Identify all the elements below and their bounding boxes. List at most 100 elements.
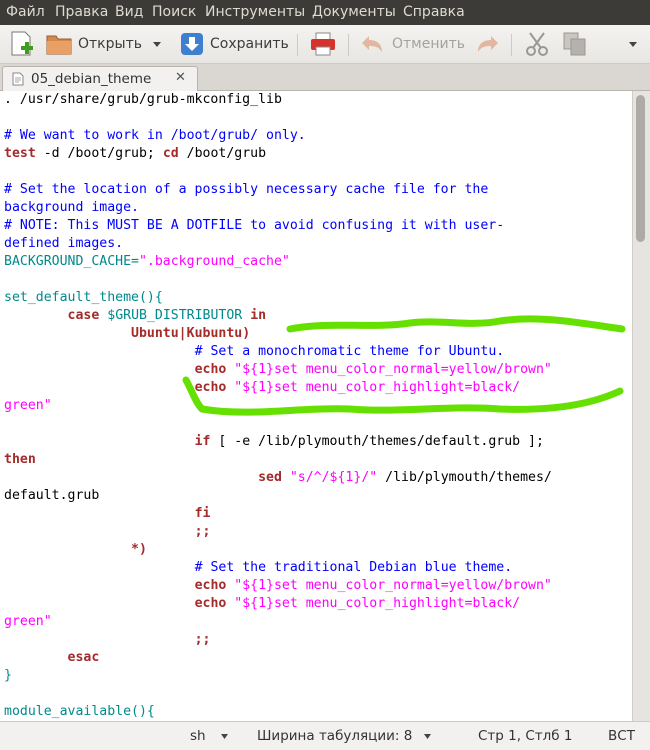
chevron-down-icon (220, 734, 228, 739)
code-token: echo (194, 596, 227, 611)
code-token: echo (194, 578, 227, 593)
code-token: -d /boot/grub; (35, 146, 163, 161)
code-token: # Set the traditional Debian blue theme. (194, 560, 513, 575)
code-token: . /usr/share/grub/grub-mkconfig_lib (4, 92, 282, 107)
new-document-button[interactable] (10, 30, 34, 58)
code-line: # Set a monochromatic theme for Ubuntu. (4, 343, 552, 361)
chevron-down-icon (629, 42, 637, 47)
toolbar-overflow-button[interactable] (628, 30, 638, 58)
document-tab[interactable]: 05_debian_theme ✕ (2, 66, 198, 91)
language-label: sh (190, 728, 206, 744)
folder-icon (46, 35, 72, 55)
code-token: echo (194, 380, 227, 395)
undo-button[interactable]: Отменить (360, 30, 465, 58)
code-token: esac (67, 650, 100, 665)
code-line: # Set the location of a possibly necessa… (4, 181, 552, 199)
code-line: green" (4, 397, 552, 415)
copy-button[interactable] (563, 30, 587, 58)
code-token: background image. (4, 200, 139, 215)
vertical-scrollbar[interactable] (632, 91, 650, 721)
code-token: "${1}set menu_color_normal=yellow/brown" (234, 362, 552, 377)
save-button[interactable]: Сохранить (180, 30, 289, 58)
code-line: echo "${1}set menu_color_highlight=black… (4, 379, 552, 397)
code-line: default.grub (4, 487, 552, 505)
chevron-down-icon (423, 734, 431, 739)
menu-documents[interactable]: Документы (312, 4, 396, 20)
tab-width-label: Ширина табуляции: 8 (257, 728, 413, 744)
cut-button[interactable] (524, 30, 550, 58)
tab-title: 05_debian_theme (31, 71, 152, 87)
cursor-position: Стр 1, Стлб 1 (478, 728, 573, 744)
menu-file[interactable]: Файл (6, 4, 45, 20)
printer-icon (311, 32, 335, 56)
language-selector[interactable]: sh (190, 728, 229, 744)
scrollbar-thumb[interactable] (636, 95, 645, 242)
code-token: sed (258, 470, 282, 485)
close-icon[interactable]: ✕ (175, 70, 186, 85)
code-editor[interactable]: . /usr/share/grub/grub-mkconfig_lib # We… (0, 91, 632, 721)
menu-tools[interactable]: Инструменты (205, 4, 305, 20)
code-token: ;; (194, 632, 211, 647)
toolbar-separator (348, 34, 349, 56)
code-line: . /usr/share/grub/grub-mkconfig_lib (4, 91, 552, 109)
save-label: Сохранить (210, 36, 289, 52)
code-token: in (250, 308, 267, 323)
code-token: # Set the location of a possibly necessa… (4, 182, 489, 197)
code-token: green" (4, 398, 52, 413)
code-text: . /usr/share/grub/grub-mkconfig_lib # We… (4, 91, 552, 721)
code-token: *) (131, 542, 147, 557)
print-button[interactable] (310, 30, 336, 58)
code-line: echo "${1}set menu_color_highlight=black… (4, 595, 552, 613)
code-token: /boot/grub (178, 146, 267, 161)
code-line: # We want to work in /boot/grub/ only. (4, 127, 552, 145)
redo-button[interactable] (474, 30, 500, 58)
menu-help[interactable]: Справка (403, 4, 465, 20)
code-token: /lib/plymouth/themes/ (377, 470, 552, 485)
code-line: *) (4, 541, 552, 559)
open-dropdown-button[interactable] (152, 30, 162, 58)
undo-label: Отменить (392, 36, 466, 52)
tab-width-selector[interactable]: Ширина табуляции: 8 (257, 728, 432, 744)
code-line: BACKGROUND_CACHE=".background_cache" (4, 253, 552, 271)
code-line: module_available(){ (4, 703, 552, 721)
code-line: echo "${1}set menu_color_normal=yellow/b… (4, 361, 552, 379)
tab-bar: 05_debian_theme ✕ (0, 64, 650, 91)
code-line: green" (4, 613, 552, 631)
code-token: "s/^/${1}/" (289, 470, 378, 485)
code-token: "${1}set menu_color_highlight=black/ (234, 380, 521, 395)
code-token: ".background_cache" (138, 254, 290, 269)
code-token: fi (194, 506, 211, 521)
code-token: [ -e /lib/plymouth/themes/default.grub ]… (210, 434, 544, 449)
code-token: then (4, 452, 36, 467)
code-line: defined images. (4, 235, 552, 253)
code-line: set_default_theme(){ (4, 289, 552, 307)
code-line: sed "s/^/${1}/" /lib/plymouth/themes/ (4, 469, 552, 487)
new-document-icon (11, 31, 33, 56)
code-token: BACKGROUND_CACHE= (4, 254, 139, 269)
code-line: # NOTE: This MUST BE A DOTFILE to avoid … (4, 217, 552, 235)
menu-search[interactable]: Поиск (152, 4, 196, 20)
open-button[interactable]: Открыть (46, 30, 142, 58)
code-token: # We want to work in /boot/grub/ only. (4, 128, 306, 143)
save-download-icon (181, 33, 203, 55)
code-line: then (4, 451, 552, 469)
menu-edit[interactable]: Правка (55, 4, 108, 20)
code-line: background image. (4, 199, 552, 217)
menu-view[interactable]: Вид (115, 4, 143, 20)
code-line: test -d /boot/grub; cd /boot/grub (4, 145, 552, 163)
